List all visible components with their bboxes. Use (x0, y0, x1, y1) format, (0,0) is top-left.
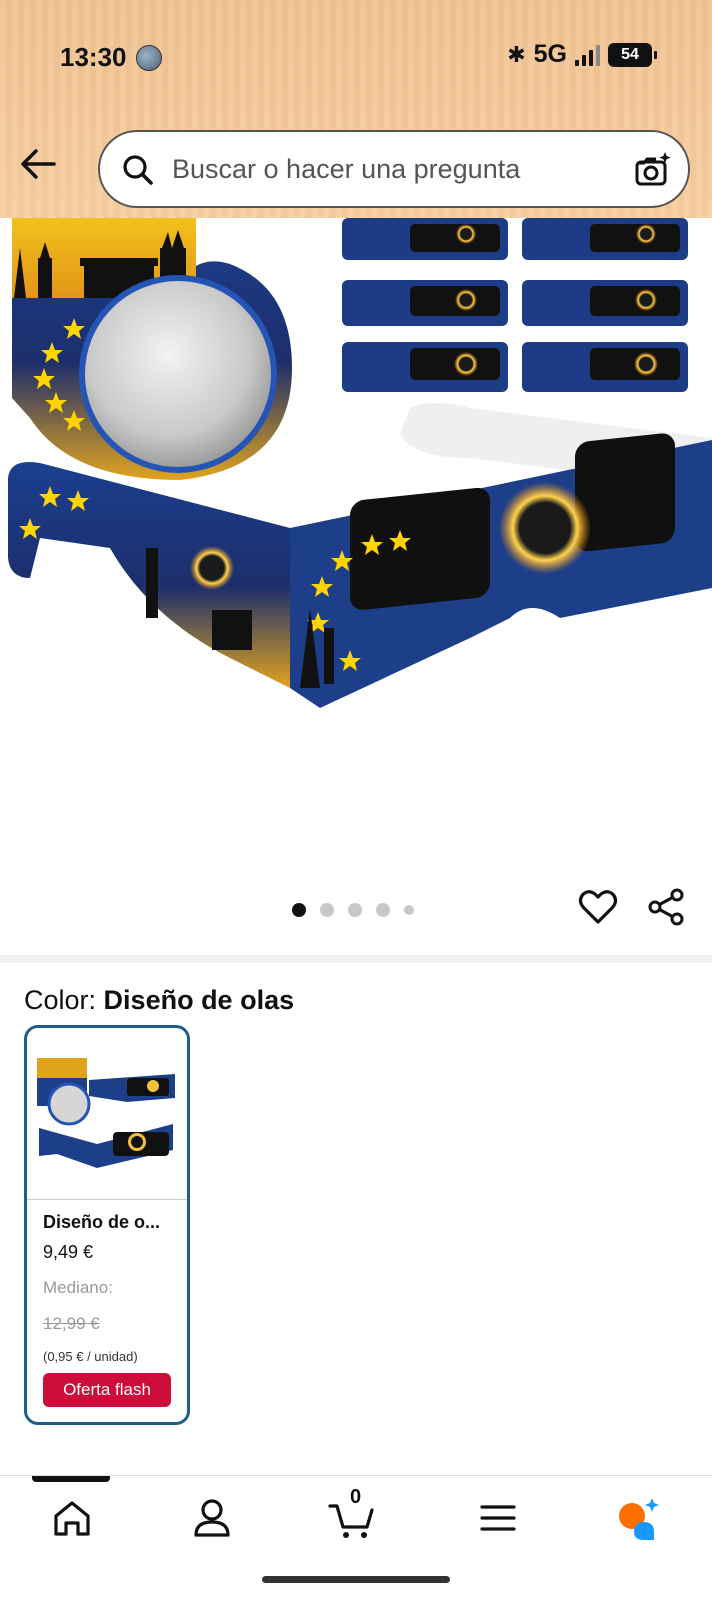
heart-icon (578, 890, 618, 924)
status-time: 13:30 (60, 42, 127, 72)
share-icon (648, 888, 684, 926)
variant-unit-price: (0,95 € / unidad) (43, 1349, 138, 1364)
gallery-dot[interactable] (320, 903, 334, 917)
account-icon (194, 1499, 230, 1537)
home-icon (54, 1501, 90, 1536)
product-image[interactable] (0, 218, 712, 863)
nav-home[interactable] (48, 1494, 96, 1542)
search-input[interactable]: Buscar o hacer una pregunta (172, 154, 520, 185)
gallery-dot[interactable] (404, 905, 414, 915)
rufus-ai-icon (619, 1498, 659, 1540)
home-indicator[interactable] (262, 1576, 450, 1583)
network-label: 5G (533, 40, 567, 68)
menu-icon (480, 1505, 516, 1531)
variant-price: 9,49 € (43, 1242, 94, 1262)
cart-count: 0 (350, 1486, 362, 1508)
gallery-dot[interactable] (348, 903, 362, 917)
header-bar: 13:30 ✱ 5G 54 Buscar o hacer una pregunt… (0, 0, 712, 218)
camera-lens-icon[interactable] (632, 150, 672, 190)
selected-color: Diseño de olas (103, 985, 295, 1015)
nav-cart[interactable]: 0 (328, 1486, 376, 1542)
color-label: Color: (24, 985, 97, 1015)
gallery-dot[interactable] (376, 903, 390, 917)
search-icon[interactable] (122, 154, 154, 186)
flash-deal-badge: Oferta flash (43, 1373, 171, 1407)
variant-name: Diseño de o... (43, 1212, 161, 1232)
image-controls (0, 863, 712, 955)
variant-size-label: Mediano: (43, 1278, 113, 1297)
share-button[interactable] (646, 887, 686, 927)
viewer-card (12, 218, 292, 480)
signal-strength-icon (575, 44, 600, 66)
bluetooth-icon: ✱ (507, 41, 526, 67)
gallery-dot[interactable] (292, 903, 306, 917)
nav-account[interactable] (188, 1494, 236, 1542)
gallery-pagination[interactable] (292, 903, 414, 917)
arrow-left-icon (21, 149, 56, 179)
color-heading: Color: Diseño de olas (24, 985, 294, 1016)
eclipse-glasses-illustration (8, 218, 712, 708)
glasses-thumbnail-image (37, 1058, 175, 1168)
search-bar[interactable]: Buscar o hacer una pregunta (98, 130, 690, 208)
back-button[interactable] (18, 144, 58, 184)
nav-menu[interactable] (474, 1494, 522, 1542)
nav-rufus-assistant[interactable] (614, 1494, 662, 1542)
notification-avatar-icon (136, 45, 162, 71)
active-tab-indicator (32, 1476, 110, 1482)
section-divider (0, 955, 712, 963)
variant-old-price: 12,99 € (43, 1314, 100, 1333)
battery-icon: 54 (608, 42, 657, 67)
glasses-thumbnails (342, 218, 688, 392)
wishlist-button[interactable] (578, 887, 618, 927)
variant-card[interactable]: Diseño de o... 9,49 € Mediano: 12,99 € (… (24, 1025, 190, 1425)
variant-thumbnail (27, 1028, 187, 1200)
bottom-navigation: 0 (0, 1475, 712, 1565)
status-indicators: ✱ 5G 54 (507, 40, 657, 69)
